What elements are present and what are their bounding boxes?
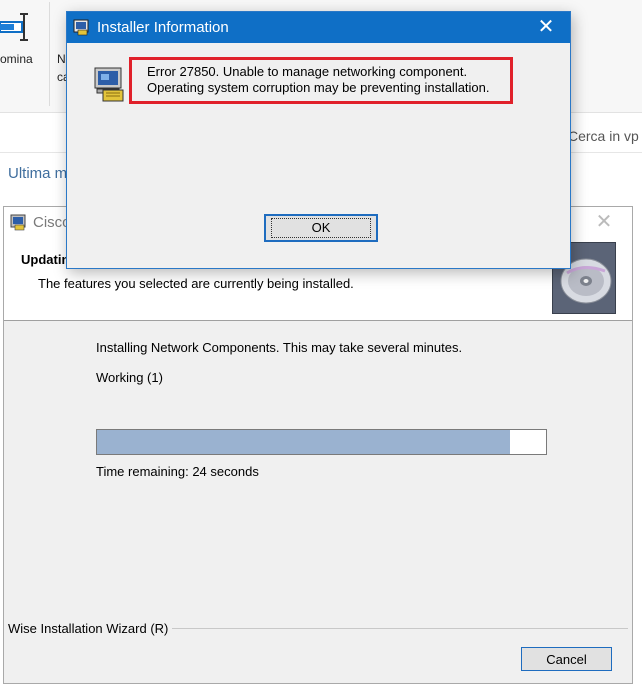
- cancel-button[interactable]: Cancel: [521, 647, 612, 671]
- error-message-line1: Error 27850. Unable to manage networking…: [147, 64, 468, 79]
- setup-window: Cisco ✕ Updatin The features you selecte…: [3, 206, 633, 684]
- install-status-text: Installing Network Components. This may …: [96, 340, 463, 355]
- error-message-line2: Operating system corruption may be preve…: [147, 80, 490, 95]
- installer-computer-icon: [94, 67, 124, 102]
- dialog-title: Installer Information: [97, 19, 229, 36]
- progress-bar-fill: [97, 430, 511, 454]
- installer-icon: [10, 214, 26, 231]
- ribbon-next-label[interactable]: N: [57, 52, 66, 66]
- dialog-close-icon[interactable]: ✕: [530, 15, 562, 39]
- working-status-text: Working (1): [96, 370, 163, 385]
- setup-heading: Updatin: [21, 252, 70, 267]
- setup-window-title: Cisco: [33, 214, 71, 231]
- wizard-brand-label: Wise Installation Wizard (R): [8, 621, 173, 636]
- time-remaining-text: Time remaining: 24 seconds: [96, 464, 259, 479]
- ribbon-separator: [49, 2, 50, 106]
- ok-button-label: OK: [270, 218, 372, 238]
- rename-icon[interactable]: [0, 4, 30, 44]
- setup-subheading: The features you selected are currently …: [38, 276, 354, 291]
- setup-close-icon[interactable]: ✕: [590, 210, 618, 234]
- install-progress-bar: [96, 429, 547, 455]
- ok-button[interactable]: OK: [264, 214, 378, 242]
- search-input[interactable]: Cerca in vp: [568, 128, 639, 144]
- dialog-titlebar[interactable]: Installer Information ✕: [67, 12, 570, 43]
- recent-section-label: Ultima m: [8, 165, 68, 182]
- installer-information-dialog: Installer Information ✕ Error 27850. Una…: [66, 11, 571, 269]
- installer-icon: [73, 19, 89, 36]
- ribbon-rename-label[interactable]: omina: [0, 52, 33, 66]
- error-message: Error 27850. Unable to manage networking…: [147, 64, 490, 96]
